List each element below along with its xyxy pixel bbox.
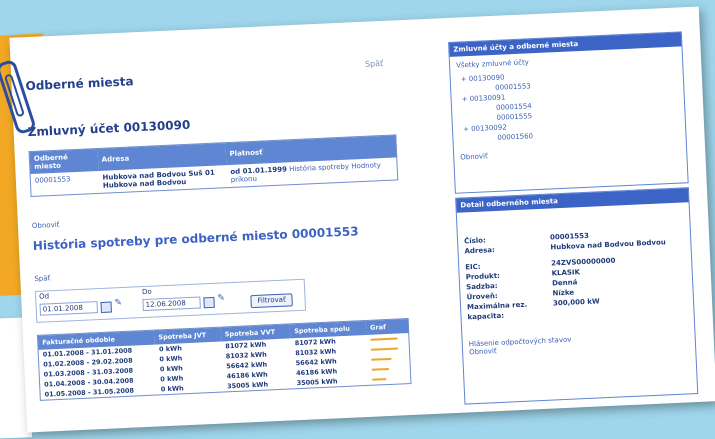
place-detail-panel: Detail odberného miesta Číslo: 00001553 A… [455,187,699,405]
place-validity: od 01.01.1999 [230,165,288,176]
place-id-link[interactable]: 00001553 [30,171,99,197]
consumption-table: Fakturačné obdobie Spotreba JVT Spotreba… [36,318,412,401]
from-date-input[interactable]: 01.01.2008 [39,301,98,316]
history-back-link[interactable]: Späť [34,274,50,283]
consumption-bar [372,378,387,381]
places-table: Odberné miesto Adresa Platnosť 00001553 … [28,134,399,198]
to-label: Do [141,287,152,297]
calendar-icon[interactable] [203,296,215,309]
printed-page: Odberné miesta Späť Zmluvný účet 0013009… [9,6,715,433]
consumption-bar [371,347,399,351]
account-title: Zmluvný účet 00130090 [27,117,191,140]
col-header-place: Odberné miesto [29,148,99,175]
calendar-icon[interactable] [100,301,112,313]
detail-fields: Číslo: 00001553 Adresa: Hubkova nad Bodvou… [457,202,695,360]
refresh-link[interactable]: Obnoviť [32,221,60,230]
accounts-tree-panel: Zmluvné účty a odberné miesta Všetky zml… [448,31,689,194]
consumption-bar [371,367,390,371]
to-date-input[interactable]: 12.06.2008 [142,296,201,312]
from-label: Od [38,292,50,301]
place-address: Hubkova nad Bodvou Suš 01 Hubkova nad Bo… [102,168,215,190]
history-title: História spotreby pre odberné miesto 000… [32,224,359,253]
jvt-cell: 0 kWh [160,384,184,394]
vvt-cell: 35005 kWh [226,380,269,391]
page-title: Odberné miesta [25,74,134,94]
consumption-bar [371,357,392,361]
filter-button[interactable]: Filtrovať [250,293,293,309]
total-cell: 35005 kWh [296,377,338,388]
account-tree: Všetky zmluvné účty + 00130090 00001553 … [450,46,687,166]
date-filter: Od Do 01.01.2008 ✎ 12.06.2008 ✎ Filtrova… [34,278,307,323]
back-link[interactable]: Späť [365,59,384,69]
clear-icon[interactable]: ✎ [217,293,225,303]
clear-icon[interactable]: ✎ [114,298,122,308]
consumption-bar [370,337,398,341]
chart-cell [368,373,411,385]
tree-refresh-link[interactable]: Obnoviť [460,143,680,163]
